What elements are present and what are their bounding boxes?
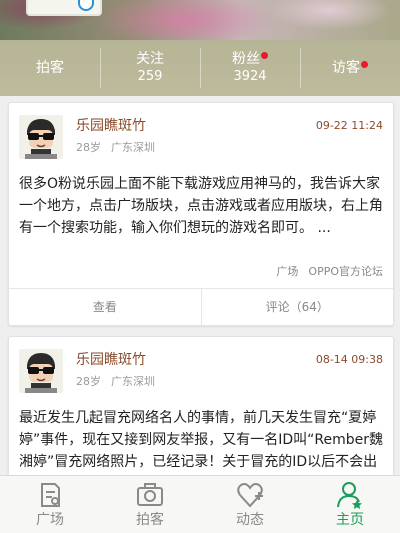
nav-camera[interactable]: 拍客 [100, 476, 200, 533]
author-name[interactable]: 乐园瞧斑竹 [76, 118, 146, 134]
post-actions: 查看 评论（64） [9, 288, 393, 325]
nav-label: 主页 [336, 512, 364, 528]
author-meta: 28岁 广东深圳 [76, 141, 155, 154]
profile-stats: 拍客 关注 259 粉丝 3924 访客 [0, 40, 400, 96]
nav-label: 动态 [236, 512, 264, 528]
bottom-nav: 广场 拍客 动态 主页 [0, 475, 400, 533]
nav-feed[interactable]: 动态 [200, 476, 300, 533]
avatar-cartoon-icon [19, 349, 63, 393]
post-time: 08-14 09:38 [315, 353, 383, 366]
avatar-cartoon-icon [19, 115, 63, 159]
profile-banner: 拍客 关注 259 粉丝 3924 访客 [0, 0, 400, 96]
post-card[interactable]: 乐园瞧斑竹 28岁 广东深圳 09-22 11:24 很多O粉说乐园上面不能下载游… [8, 102, 394, 326]
post-time: 09-22 11:24 [315, 119, 383, 132]
author-location: 广东深圳 [111, 375, 155, 388]
stat-label-wrap: 粉丝 [200, 51, 300, 67]
user-icon [300, 480, 400, 510]
author-age: 28岁 [76, 375, 101, 388]
author-meta: 28岁 广东深圳 [76, 375, 155, 388]
notification-dot [361, 61, 368, 68]
stat-followers[interactable]: 粉丝 3924 [200, 40, 300, 96]
author-avatar[interactable] [19, 115, 63, 159]
stat-following[interactable]: 关注 259 [100, 40, 200, 96]
post-tags: 广场 OPPO官方论坛 [276, 263, 383, 279]
post-feed[interactable]: 乐园瞧斑竹 28岁 广东深圳 09-22 11:24 很多O粉说乐园上面不能下载游… [0, 96, 400, 476]
post-content[interactable]: 很多O粉说乐园上面不能下载游戏应用神马的，我告诉大家一个地方，点击广场版块，点击… [19, 173, 385, 239]
camera-icon [100, 480, 200, 510]
tag-forum[interactable]: OPPO官方论坛 [308, 265, 383, 278]
tag-board[interactable]: 广场 [276, 265, 298, 278]
nav-home[interactable]: 主页 [300, 476, 400, 533]
author-avatar[interactable] [19, 349, 63, 393]
nav-label: 广场 [36, 512, 64, 528]
view-button[interactable]: 查看 [9, 289, 201, 325]
post-card[interactable]: 乐园瞧斑竹 28岁 广东深圳 08-14 09:38 最近发生几起冒充网络名人的事… [8, 336, 394, 476]
notification-dot [261, 52, 268, 59]
stat-label: 访客 [332, 60, 360, 76]
nav-square[interactable]: 广场 [0, 476, 100, 533]
post-content[interactable]: 最近发生几起冒充网络名人的事情，前几天发生冒充“夏婷婷”事件，现在又接到网友举报… [19, 407, 385, 476]
stat-label: 拍客 [36, 60, 64, 76]
stat-paike[interactable]: 拍客 [0, 40, 100, 96]
stat-label-wrap: 访客 [300, 60, 400, 76]
author-age: 28岁 [76, 141, 101, 154]
stat-count: 3924 [233, 69, 267, 84]
stat-label: 关注 [136, 51, 164, 67]
author-name[interactable]: 乐园瞧斑竹 [76, 352, 146, 368]
stat-count: 259 [137, 69, 163, 84]
nav-label: 拍客 [136, 512, 164, 528]
stat-visitors[interactable]: 访客 [300, 40, 400, 96]
comment-button[interactable]: 评论（64） [200, 289, 394, 325]
author-location: 广东深圳 [111, 141, 155, 154]
heart-plus-icon [200, 480, 300, 510]
stat-label: 粉丝 [232, 51, 260, 67]
square-icon [0, 480, 100, 510]
